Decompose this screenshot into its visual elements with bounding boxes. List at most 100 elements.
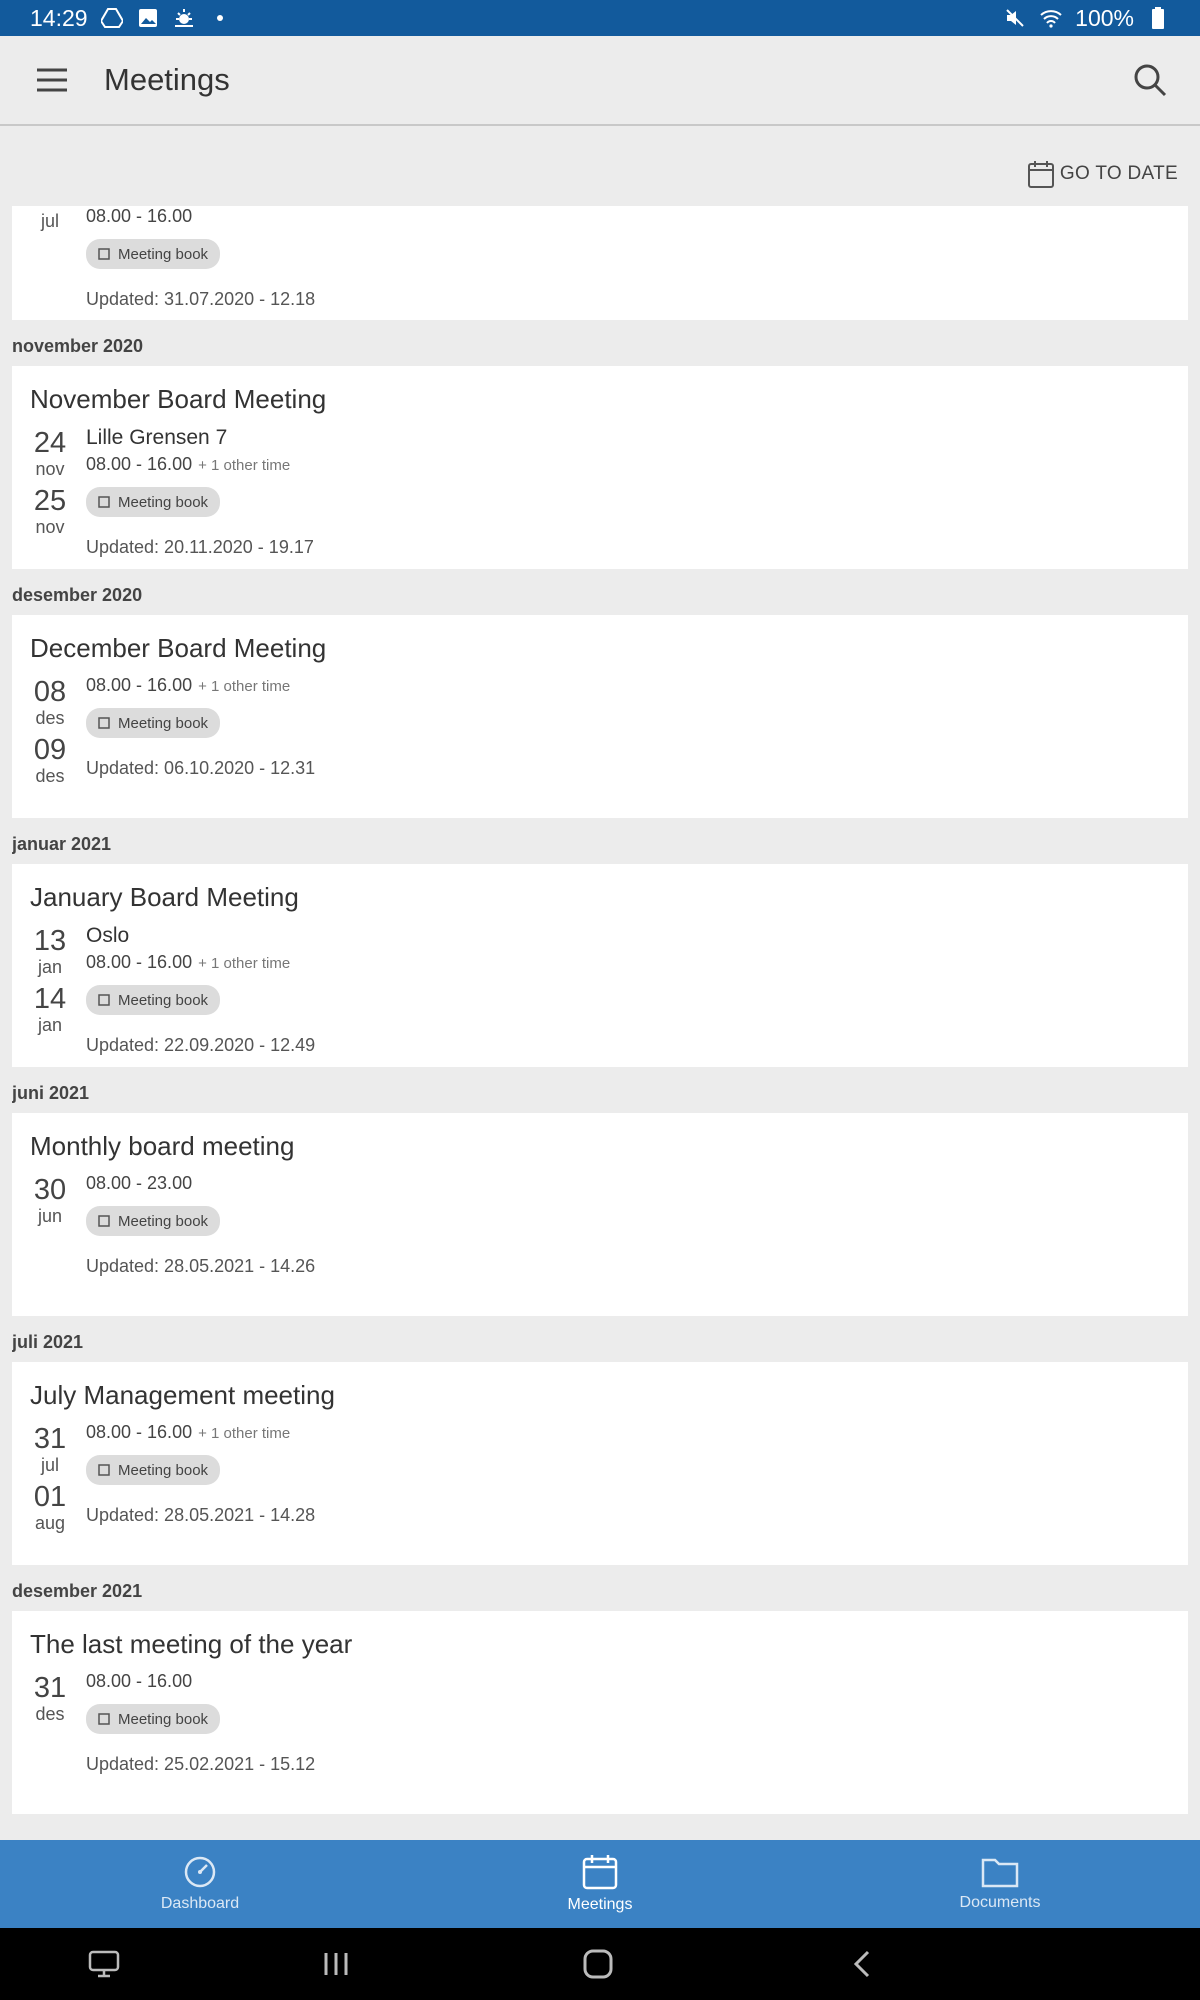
month-header: januar 2021 [12,834,112,854]
meeting-book-chip[interactable]: Meeting book [86,708,221,738]
month-header: desember 2021 [12,1581,143,1601]
date-day: 08 [33,676,67,708]
go-to-date-button[interactable]: GO TO DATE [1027,160,1178,188]
meeting-title: Monthly board meeting [30,1131,295,1161]
folder-icon [981,1858,1019,1888]
meeting-book-chip[interactable]: Meeting book [86,1455,221,1485]
date-day: 09 [33,734,67,766]
status-bar: 14:29 100% [0,0,1200,36]
date-day: 31 [33,1672,67,1704]
month-header: november 2020 [12,336,144,356]
updated-text: Updated: 20.11.2020 - 19.17 [86,537,314,557]
recorder-icon [88,1950,120,1978]
battery-percent: 100% [1075,4,1134,31]
meeting-book-chip[interactable]: Meeting book [86,1704,221,1734]
meeting-card[interactable]: November Board Meeting 24 nov 25 nov Lil… [12,366,1188,569]
date-day: 13 [33,925,67,957]
meeting-book-chip[interactable]: Meeting book [86,1206,221,1236]
meeting-book-chip[interactable]: Meeting book [86,487,221,517]
date-day: 31 [33,1423,67,1455]
book-icon [98,717,110,729]
date-month: des [35,708,65,728]
back-button[interactable] [844,1946,880,1982]
meeting-time: 08.00 - 23.00 [86,1173,193,1193]
system-navigation-bar [0,1928,1200,2000]
meeting-list[interactable]: jul 08.00 - 16.00 Meeting book Updated: … [12,206,1188,1840]
toolbar: GO TO DATE [0,146,1200,202]
book-icon [98,496,110,508]
meeting-time: 08.00 - 16.00 [86,1422,193,1442]
date-month: aug [34,1513,66,1533]
date-month: nov [35,459,65,479]
search-icon [1134,64,1167,97]
search-button[interactable] [1100,35,1200,125]
meeting-title: July Management meeting [30,1380,335,1410]
menu-button[interactable] [0,35,104,125]
meeting-card[interactable]: January Board Meeting 13 jan 14 jan Oslo… [12,864,1188,1067]
gallery-icon [136,6,160,30]
weather-icon [172,6,196,30]
recent-apps-button[interactable] [318,1946,354,1982]
bottom-navigation: Dashboard Meetings Documents [0,1840,1200,1928]
book-icon [98,248,110,260]
updated-text: Updated: 28.05.2021 - 14.26 [86,1256,316,1276]
meeting-card[interactable]: December Board Meeting 08 des 09 des 08.… [12,615,1188,818]
updated-text: Updated: 25.02.2021 - 15.12 [86,1754,316,1774]
meeting-time: 08.00 - 16.00 [86,206,193,226]
book-icon [98,1464,110,1476]
date-day: 30 [33,1174,67,1206]
other-time-note: + 1 other time [198,678,291,695]
other-time-note: + 1 other time [198,1425,291,1442]
go-to-date-label: GO TO DATE [1059,163,1178,184]
home-button[interactable] [580,1946,616,1982]
screen-recorder-button[interactable] [86,1946,122,1982]
meeting-title: January Board Meeting [30,882,299,912]
nav-documents[interactable]: Documents [800,1840,1200,1928]
other-time-note: + 1 other time [198,457,291,474]
date-month: des [35,766,65,786]
book-icon [98,994,110,1006]
meeting-time: 08.00 - 16.00 [86,1671,193,1691]
meeting-book-chip[interactable]: Meeting book [86,985,221,1015]
meeting-title: November Board Meeting [30,384,327,414]
meeting-card-partial[interactable]: jul 08.00 - 16.00 Meeting book Updated: … [12,206,1188,320]
date-day: 25 [33,485,67,517]
meeting-title: The last meeting of the year [30,1629,353,1659]
date-day: 24 [33,427,67,459]
nav-meetings[interactable]: Meetings [400,1840,800,1928]
recent-apps-icon [324,1953,348,1975]
meeting-time: 08.00 - 16.00 [86,675,193,695]
meeting-card[interactable]: The last meeting of the year 31 des 08.0… [12,1611,1188,1814]
other-time-note: + 1 other time [198,955,291,972]
hamburger-menu-icon [37,68,67,92]
book-icon [98,1215,110,1227]
meeting-book-chip[interactable]: Meeting book [86,239,221,269]
month-header: juli 2021 [12,1332,84,1352]
updated-text: Updated: 28.05.2021 - 14.28 [86,1505,316,1525]
updated-text: Updated: 06.10.2020 - 12.31 [86,758,316,778]
date-month: jul [40,1455,59,1475]
battery-icon [1146,6,1170,30]
meeting-time: 08.00 - 16.00 [86,454,193,474]
month-header: desember 2020 [12,585,143,605]
back-chevron-icon [853,1950,870,1978]
app-bar: Meetings [0,36,1200,126]
drive-icon [100,6,124,30]
meeting-location: Lille Grensen 7 [86,426,228,449]
meeting-card[interactable]: Monthly board meeting 30 jun 08.00 - 23.… [12,1113,1188,1316]
dashboard-gauge-icon [184,1856,216,1888]
notification-dot-icon [208,6,232,30]
date-month: jan [37,1015,63,1035]
page-title: Meetings [104,62,230,97]
date-month: jun [37,1206,63,1226]
wifi-icon [1039,6,1063,30]
nav-dashboard[interactable]: Dashboard [0,1840,400,1928]
updated-text: Updated: 22.09.2020 - 12.49 [86,1035,316,1055]
meeting-location: Oslo [86,924,130,947]
mute-icon [1003,6,1027,30]
calendar-icon [1027,161,1054,188]
date-month: des [35,1704,65,1724]
date-day: 14 [33,983,67,1015]
meeting-card[interactable]: July Management meeting 31 jul 01 aug 08… [12,1362,1188,1565]
date-month: nov [35,517,65,537]
